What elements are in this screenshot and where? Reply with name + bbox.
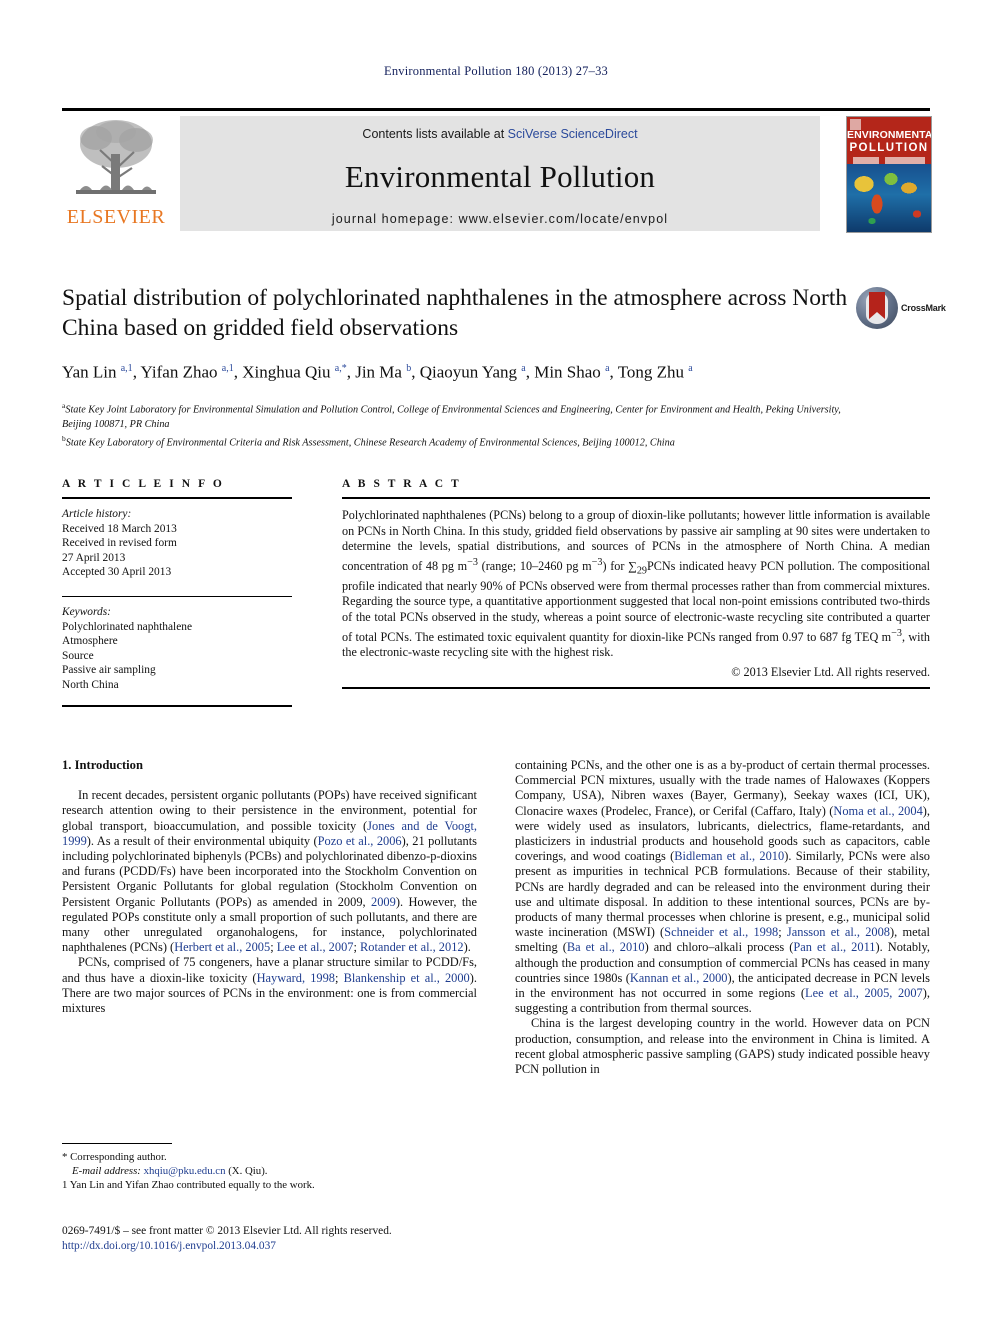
abstract-column: A B S T R A C T Polychlorinated naphthal… xyxy=(342,478,930,689)
journal-title: Environmental Pollution xyxy=(344,159,656,194)
article-info-rule-bottom xyxy=(62,704,292,707)
keyword-item: Source xyxy=(62,649,94,662)
footnotes: * Corresponding author. E-mail address: … xyxy=(62,1143,477,1193)
crossmark-circle-icon xyxy=(856,287,898,329)
doi-link[interactable]: http://dx.doi.org/10.1016/j.envpol.2013.… xyxy=(62,1239,492,1254)
history-line: Received 18 March 2013 xyxy=(62,522,177,535)
elsevier-wordmark: ELSEVIER xyxy=(66,206,166,228)
history-line: Accepted 30 April 2013 xyxy=(62,566,172,579)
keyword-item: Atmosphere xyxy=(62,635,118,648)
abstract-rule-bottom xyxy=(342,686,930,689)
paragraph: China is the largest developing country … xyxy=(515,1016,930,1077)
article-history-label: Article history: xyxy=(62,508,132,520)
keywords-block: Keywords: Polychlorinated naphthalene At… xyxy=(62,605,292,693)
cover-world-map-graphic xyxy=(847,164,931,232)
email-note: E-mail address: xhqiu@pku.edu.cn (X. Qiu… xyxy=(62,1164,477,1178)
running-head: Environmental Pollution 180 (2013) 27–33 xyxy=(384,64,608,78)
equal-contribution-note: 1 Yan Lin and Yifan Zhao contributed equ… xyxy=(62,1179,315,1192)
article-info-rule-top xyxy=(62,497,292,499)
section-heading-introduction: 1. Introduction xyxy=(62,758,143,772)
crossmark-label: CrossMark xyxy=(901,303,946,313)
masthead-top-rule xyxy=(62,108,930,111)
issn-line: 0269-7491/$ – see front matter © 2013 El… xyxy=(62,1225,392,1237)
elsevier-logo: ELSEVIER xyxy=(62,116,170,231)
keyword-item: North China xyxy=(62,678,119,691)
abstract-rule-top xyxy=(342,497,930,499)
cover-title-line-1: ENVIRONMENTAL xyxy=(847,129,932,141)
author-list: Yan Lin a,1, Yifan Zhao a,1, Xinghua Qiu… xyxy=(62,362,693,382)
body-column-right: containing PCNs, and the other one is as… xyxy=(515,758,930,1077)
keywords-label: Keywords: xyxy=(62,605,111,618)
page-title: Spatial distribution of polychlorinated … xyxy=(62,285,848,341)
article-info-heading: A R T I C L E I N F O xyxy=(62,478,225,490)
footnote-rule xyxy=(62,1143,172,1144)
issn-footer: 0269-7491/$ – see front matter © 2013 El… xyxy=(62,1224,492,1254)
abstract-heading: A B S T R A C T xyxy=(342,478,462,490)
email-owner: (X. Qiu). xyxy=(228,1165,268,1178)
sciencedirect-link[interactable]: SciVerse ScienceDirect xyxy=(508,127,638,141)
cover-title-line-2: POLLUTION xyxy=(849,142,929,154)
email-label: E-mail address: xyxy=(72,1165,141,1178)
abstract-copyright: © 2013 Elsevier Ltd. All rights reserved… xyxy=(731,664,930,679)
elsevier-tree-icon xyxy=(66,116,166,204)
paragraph: In recent decades, persistent organic po… xyxy=(62,788,477,955)
keyword-item: Passive air sampling xyxy=(62,664,156,677)
affiliation-b: bState Key Laboratory of Environmental C… xyxy=(62,434,675,449)
paragraph: PCNs, comprised of 75 congeners, have a … xyxy=(62,955,477,1016)
email-link[interactable]: xhqiu@pku.edu.cn xyxy=(144,1165,226,1177)
body-column-left: 1. Introduction In recent decades, persi… xyxy=(62,758,477,1016)
keyword-item: Polychlorinated naphthalene xyxy=(62,620,193,633)
crossmark-badge[interactable]: CrossMark xyxy=(856,287,946,333)
abstract-text: Polychlorinated naphthalenes (PCNs) belo… xyxy=(342,508,931,660)
journal-masthead: ELSEVIER Contents lists available at Sci… xyxy=(62,108,932,233)
corresponding-author-note: * Corresponding author. xyxy=(62,1151,167,1163)
history-line: 27 April 2013 xyxy=(62,551,126,564)
contents-prefix: Contents lists available at xyxy=(362,127,508,141)
history-line: Received in revised form xyxy=(62,537,177,550)
article-title-block: Spatial distribution of polychlorinated … xyxy=(62,283,852,384)
journal-article-page: Environmental Pollution 180 (2013) 27–33 xyxy=(0,0,992,1323)
journal-homepage-link[interactable]: journal homepage: www.elsevier.com/locat… xyxy=(332,212,668,226)
article-history: Article history: Received 18 March 2013 … xyxy=(62,507,292,580)
article-info-rule-middle xyxy=(62,595,292,597)
article-info-column: A R T I C L E I N F O Article history: R… xyxy=(62,478,292,707)
contents-available-line: Contents lists available at SciVerse Sci… xyxy=(362,127,637,141)
masthead-center-band: Contents lists available at SciVerse Sci… xyxy=(180,116,820,231)
affiliations: aState Key Joint Laboratory for Environm… xyxy=(62,399,862,451)
paragraph: containing PCNs, and the other one is as… xyxy=(515,758,930,1016)
affiliation-a: aState Key Joint Laboratory for Environm… xyxy=(62,401,841,430)
journal-cover-thumbnail: ENVIRONMENTAL POLLUTION xyxy=(846,116,932,233)
